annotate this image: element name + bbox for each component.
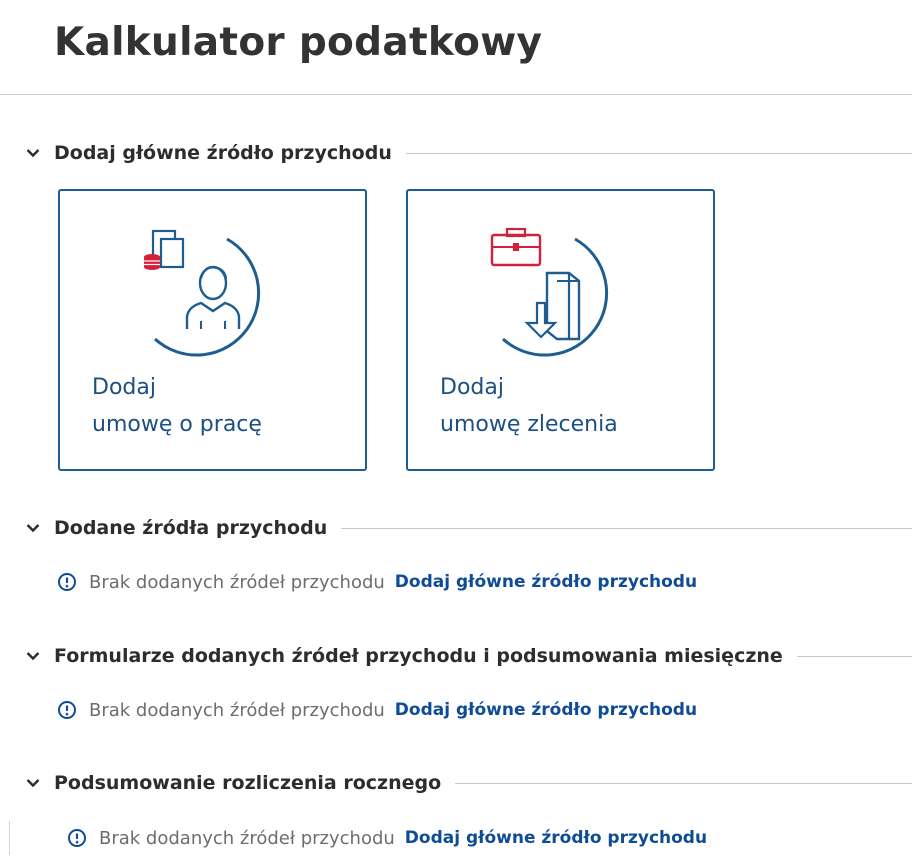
add-commission-contract-tile[interactable]: Dodaj umowę zlecenia (406, 189, 715, 471)
info-icon (57, 700, 77, 720)
info-icon (57, 572, 77, 592)
page-header: Kalkulator podatkowy (0, 0, 912, 95)
tile-label-line2: umowę o pracę (92, 412, 262, 437)
employee-contract-icon (144, 229, 261, 357)
add-main-income-link[interactable]: Dodaj główne źródło przychodu (405, 828, 707, 848)
section-divider (455, 782, 912, 784)
section-title: Podsumowanie rozliczenia rocznego (54, 772, 442, 794)
page-title: Kalkulator podatkowy (54, 20, 543, 65)
commission-contract-icon (490, 227, 609, 357)
chevron-down-icon[interactable] (24, 647, 42, 665)
add-main-income-link[interactable]: Dodaj główne źródło przychodu (395, 572, 697, 592)
chevron-down-icon[interactable] (24, 774, 42, 792)
tile-label: Dodaj umowę o pracę (92, 369, 262, 443)
section-divider (405, 152, 912, 154)
section-added-income-header[interactable]: Dodane źródła przychodu (24, 513, 912, 543)
add-employment-contract-tile[interactable]: Dodaj umowę o pracę (58, 189, 367, 471)
tile-label: Dodaj umowę zlecenia (440, 369, 618, 443)
content-edge-marker (9, 821, 10, 855)
section-add-income-header[interactable]: Dodaj główne źródło przychodu (24, 138, 912, 168)
empty-state-text: Brak dodanych źródeł przychodu (99, 827, 395, 849)
tile-label-line1: Dodaj (92, 375, 156, 400)
section-divider (341, 527, 912, 529)
tile-label-line2: umowę zlecenia (440, 412, 618, 437)
chevron-down-icon[interactable] (24, 144, 42, 162)
tile-label-line1: Dodaj (440, 375, 504, 400)
empty-state-row: Brak dodanych źródeł przychodu Dodaj głó… (57, 569, 697, 595)
chevron-down-icon[interactable] (24, 519, 42, 537)
empty-state-row: Brak dodanych źródeł przychodu Dodaj głó… (67, 825, 707, 851)
section-title: Dodane źródła przychodu (54, 517, 328, 539)
section-title: Dodaj główne źródło przychodu (54, 142, 392, 164)
empty-state-text: Brak dodanych źródeł przychodu (89, 571, 385, 593)
section-title: Formularze dodanych źródeł przychodu i p… (54, 645, 783, 667)
section-divider (796, 655, 912, 657)
add-main-income-link[interactable]: Dodaj główne źródło przychodu (395, 700, 697, 720)
empty-state-text: Brak dodanych źródeł przychodu (89, 699, 385, 721)
empty-state-row: Brak dodanych źródeł przychodu Dodaj głó… (57, 697, 697, 723)
info-icon (67, 828, 87, 848)
section-annual-summary-header[interactable]: Podsumowanie rozliczenia rocznego (24, 768, 912, 798)
section-forms-summary-header[interactable]: Formularze dodanych źródeł przychodu i p… (24, 641, 912, 671)
